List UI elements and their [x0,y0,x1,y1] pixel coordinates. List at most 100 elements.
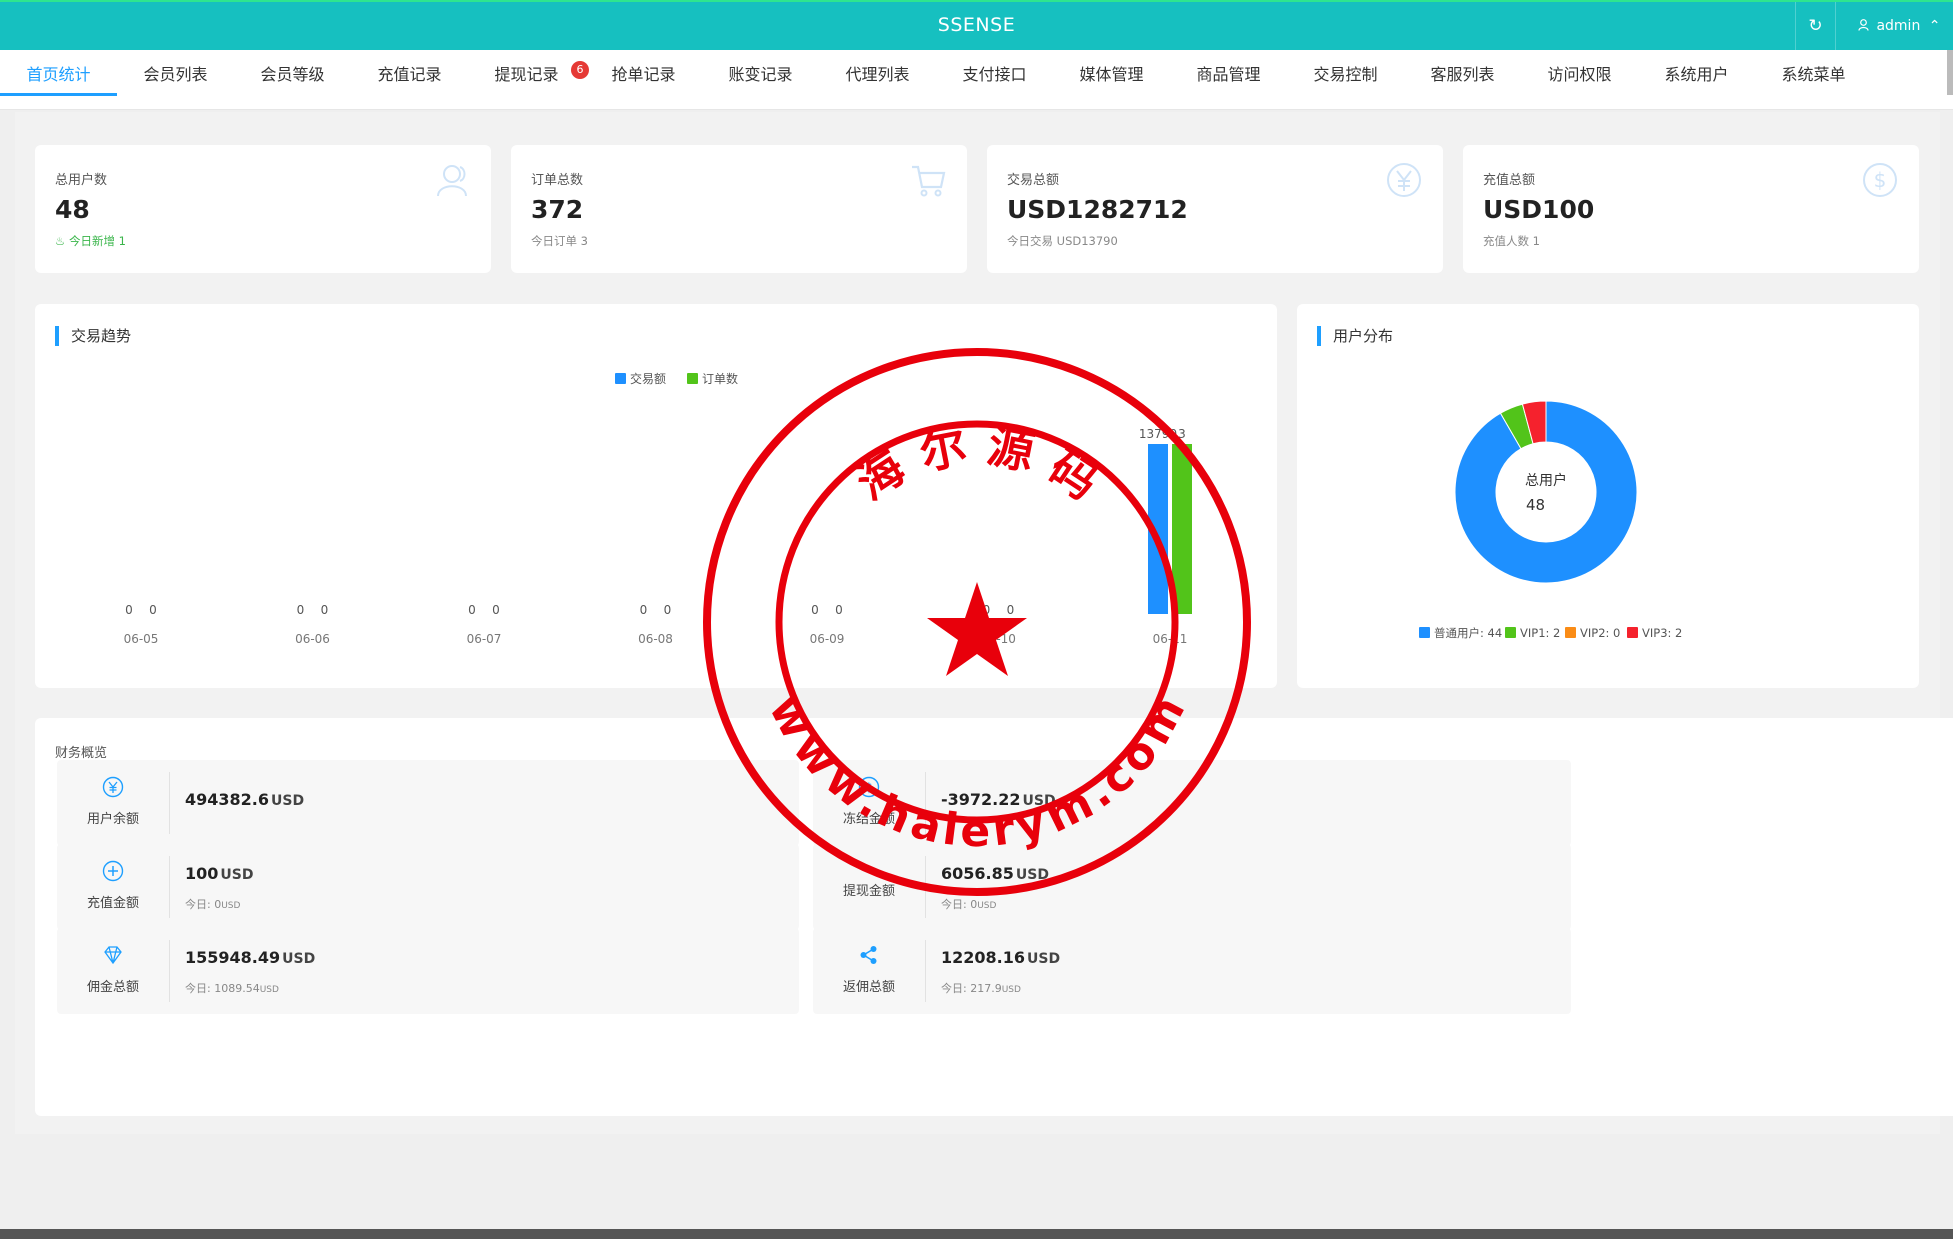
cart-icon [912,165,946,197]
finance-item: 返佣总额 12208.16 USD 今日: 217.9USD [813,928,1571,1014]
data-label: 0 [835,603,843,617]
x-tick-label: 06-09 [810,632,845,646]
finance-amount: -3972.22 USD [941,790,1056,809]
tab-3[interactable]: 充值记录 [351,50,468,96]
finance-label: 用户余额 [86,812,139,827]
finance-icon-box: 用户余额 [57,760,169,846]
finance-amount: 12208.16 USD [941,948,1061,967]
stat-sub: 充值人数 1 [1483,234,1540,248]
finance-amount: 6056.85 USD [941,864,1049,883]
trend-chart: 交易额 订单数 06-05 0 0 06-06 0 0 06-07 0 0 06-08 0 0 06-09 0… [124,371,1192,646]
tab-7[interactable]: 代理列表 [819,50,936,96]
nav-tabs: 首页统计 会员列表 会员等级 充值记录 提现记录 6 抢单记录 账变记录 代理列表 支付接口 媒体管… [0,50,1953,110]
tab-5[interactable]: 抢单记录 [585,50,702,96]
legend-swatch [1419,627,1430,638]
tab-4[interactable]: 提现记录 6 [468,50,589,96]
bar [1172,444,1192,614]
data-label: 0 [1007,603,1015,617]
finance-icon-box: 返佣总额 [813,928,925,1014]
data-label: 3 [1178,427,1186,441]
distribution-chart: 总用户 48 普通用户: 44 VIP1: 2 VIP2: 0 VIP3: 2 [1419,400,1682,640]
tab-label: 访问权限 [1547,65,1612,84]
distribution-panel: 用户分布 总用户 48 普通用户: 44 VIP1: 2 VIP2: 0 VIP3: 2 [1297,304,1919,688]
user-icon [1858,19,1869,31]
dollar-circle-icon: $ [858,776,880,798]
tab-13[interactable]: 访问权限 [1521,50,1638,96]
stat-card-orders: 订单总数 372 今日订单 3 [511,145,967,273]
tab-6[interactable]: 账变记录 [702,50,819,96]
plus-circle-icon [102,860,124,882]
tab-15[interactable]: 系统菜单 [1755,50,1872,96]
tab-0[interactable]: 首页统计 [0,50,117,96]
finance-icon-box: 提现金额 [813,844,925,930]
legend-label: VIP2: 0 [1580,626,1620,640]
tab-label: 客服列表 [1430,65,1495,84]
x-tick-label: 06-10 [981,632,1016,646]
tab-8[interactable]: 支付接口 [936,50,1053,96]
finance-label: 充值金额 [86,896,139,911]
tab-label: 抢单记录 [611,65,676,84]
data-label: 0 [664,603,672,617]
divider [169,772,170,834]
stat-label: 总用户数 [55,173,108,188]
finance-amount: 100 USD [185,864,254,883]
finance-today: 今日: 217.9USD [941,982,1021,995]
legend-label: 普通用户: 44 [1434,626,1502,640]
stat-card-recharge: 充值总额 USD100 充值人数 1 $ [1463,145,1919,273]
data-label: 13790 [1139,427,1177,441]
stat-card-transactions: 交易总额 USD1282712 今日交易 USD13790 [987,145,1443,273]
user-icon [437,165,467,197]
bar [1148,444,1168,614]
tab-label: 系统菜单 [1781,65,1846,84]
finance-label: 提现金额 [842,884,895,899]
bottom-scrollbar[interactable] [0,1229,1953,1239]
tab-label: 代理列表 [845,65,910,84]
tab-label: 充值记录 [377,65,442,84]
tab-label: 账变记录 [728,65,793,84]
data-label: 0 [983,603,991,617]
legend-swatch [1505,627,1516,638]
finance-label: 冻结金额 [842,812,895,827]
stat-card-users: 总用户数 48 ♨ 今日新增 1 [35,145,491,273]
finance-amount: 494382.6 USD [185,790,305,809]
stat-sub: 今日订单 3 [531,234,588,248]
top-bar: SSENSE ↻ admin ⌃ [0,0,1953,50]
main-content: 总用户数 48 ♨ 今日新增 1 订单总数 372 今日订单 3 交易总额 US… [15,112,1953,1134]
divider [169,940,170,1002]
svg-text:$: $ [1874,168,1887,192]
tab-1[interactable]: 会员列表 [117,50,234,96]
tab-2[interactable]: 会员等级 [234,50,351,96]
finance-item: 提现金额 6056.85 USD 今日: 0USD [813,844,1571,930]
data-label: 0 [492,603,500,617]
stat-value: USD100 [1483,195,1595,224]
scrollbar[interactable] [1947,50,1953,95]
tab-label: 交易控制 [1313,65,1378,84]
tab-10[interactable]: 商品管理 [1170,50,1287,96]
tab-11[interactable]: 交易控制 [1287,50,1404,96]
finance-icon-box: 充值金额 [57,844,169,930]
data-label: 0 [125,603,133,617]
share-icon [860,946,877,964]
finance-today: 今日: 0USD [185,898,241,911]
divider [925,940,926,1002]
tab-14[interactable]: 系统用户 [1638,50,1755,96]
refresh-button[interactable]: ↻ [1795,2,1835,50]
tab-12[interactable]: 客服列表 [1404,50,1521,96]
data-label: 0 [640,603,648,617]
finance-amount: 155948.49 USD [185,948,316,967]
x-tick-label: 06-05 [124,632,159,646]
user-menu[interactable]: admin ⌃ [1835,2,1953,50]
divider [925,772,926,834]
tab-label: 提现记录 [494,65,559,84]
finance-label: 返佣总额 [842,980,895,995]
trend-panel: 交易趋势 交易额 订单数 06-05 0 0 06-06 0 0 06-07 0 0 06-08 0 0 0… [35,304,1277,688]
tab-9[interactable]: 媒体管理 [1053,50,1170,96]
finance-label: 佣金总额 [86,980,139,995]
stat-sub: 今日交易 USD13790 [1007,234,1118,248]
legend-label: VIP3: 2 [1642,626,1682,640]
legend-swatch [615,373,626,384]
fire-icon: ♨ [55,234,66,248]
x-tick-label: 06-06 [295,632,330,646]
tab-label: 商品管理 [1196,65,1261,84]
finance-item: 充值金额 100 USD 今日: 0USD [57,844,799,930]
